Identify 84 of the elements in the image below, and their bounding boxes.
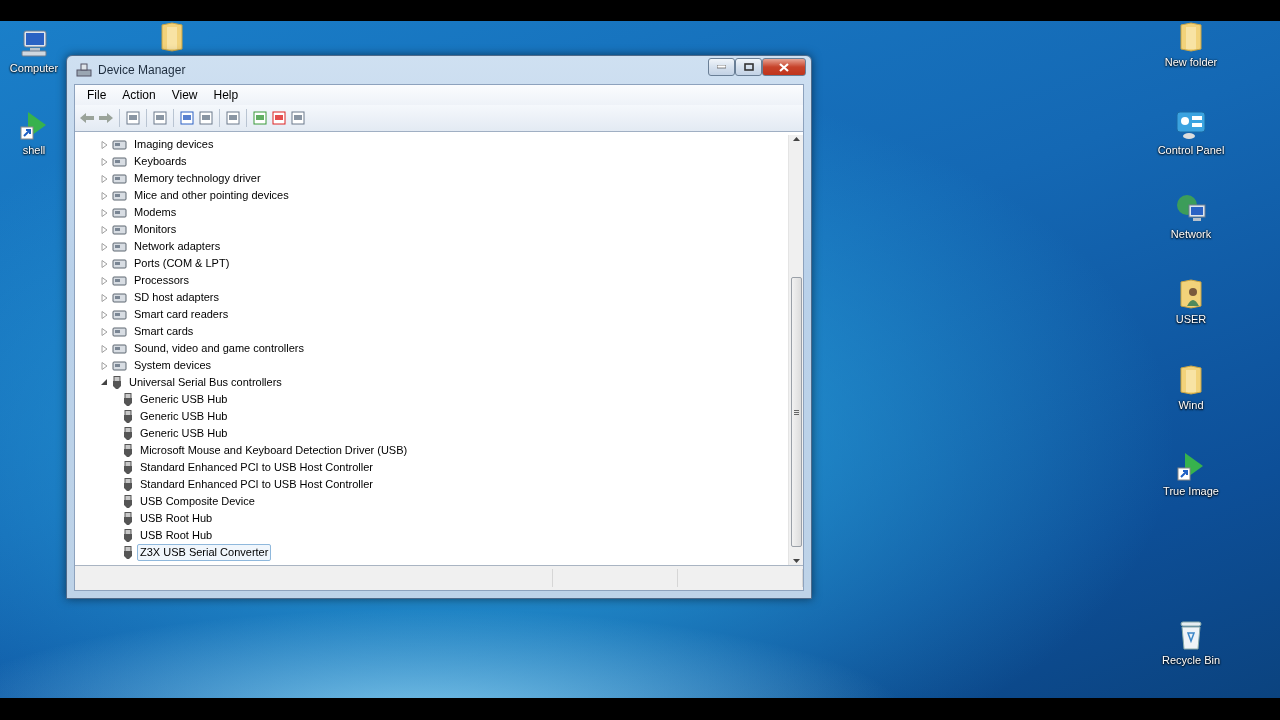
scrollbar[interactable] bbox=[788, 135, 803, 565]
desktop-icon-label[interactable]: Network bbox=[1170, 227, 1212, 241]
device-icon bbox=[112, 324, 127, 339]
menu-item[interactable]: File bbox=[79, 88, 115, 102]
folder-icon bbox=[1177, 364, 1205, 396]
tree-item[interactable]: Universal Serial Bus controllers bbox=[126, 374, 285, 391]
tree-item[interactable]: System devices bbox=[131, 357, 215, 374]
tree-item[interactable]: Standard Enhanced PCI to USB Host Controller bbox=[137, 459, 376, 476]
device-icon bbox=[112, 307, 127, 322]
tree-item[interactable]: Modems bbox=[131, 204, 180, 221]
device-icon bbox=[112, 273, 127, 288]
device-icon bbox=[112, 239, 127, 254]
usb-plug-icon bbox=[123, 528, 133, 543]
usb-plug-icon bbox=[123, 511, 133, 526]
desktop-icon-label[interactable]: Recycle Bin bbox=[1161, 653, 1221, 667]
desktop-icon-label[interactable]: True Image bbox=[1163, 484, 1219, 498]
tree-item[interactable]: USB Composite Device bbox=[137, 493, 258, 510]
desktop-icon-label[interactable]: USER bbox=[1175, 312, 1207, 326]
device-icon bbox=[112, 290, 127, 305]
desktop-icon-label[interactable]: Wind bbox=[1178, 398, 1204, 412]
tree-item[interactable]: Mice and other pointing devices bbox=[131, 187, 292, 204]
close-button[interactable] bbox=[762, 58, 806, 76]
grip-icon bbox=[793, 409, 799, 415]
folder-icon bbox=[158, 21, 186, 53]
tree-item[interactable]: Monitors bbox=[131, 221, 180, 238]
tree-item[interactable]: Sound, video and game controllers bbox=[131, 340, 307, 357]
tree-item[interactable]: USB Root Hub bbox=[137, 527, 216, 544]
device-icon bbox=[112, 137, 127, 152]
device-icon bbox=[112, 188, 127, 203]
device-icon bbox=[112, 256, 127, 271]
desktop-icon-label[interactable]: Control Panel bbox=[1157, 143, 1225, 157]
back-arrow-icon[interactable] bbox=[79, 110, 95, 126]
tree-item[interactable]: Generic USB Hub bbox=[137, 391, 231, 408]
minimize-icon bbox=[717, 65, 726, 69]
tree-item[interactable]: Smart card readers bbox=[131, 306, 232, 323]
maximize-button[interactable] bbox=[735, 58, 762, 76]
device-icon bbox=[112, 171, 127, 186]
control-panel-icon bbox=[1175, 109, 1207, 141]
menu-item[interactable]: View bbox=[163, 88, 206, 102]
device-icon bbox=[112, 205, 127, 220]
usb-plug-icon bbox=[123, 392, 133, 407]
device-manager-icon bbox=[76, 63, 92, 77]
computer-icon bbox=[18, 27, 50, 59]
desktop-icon-label[interactable]: shell bbox=[22, 143, 46, 157]
tree-item[interactable]: Processors bbox=[131, 272, 193, 289]
device-icon bbox=[112, 358, 127, 373]
menu-item[interactable]: Help bbox=[205, 88, 247, 102]
usb-plug-icon bbox=[123, 443, 133, 458]
usb-plug-icon bbox=[123, 545, 133, 560]
minimize-button[interactable] bbox=[708, 58, 735, 76]
forward-arrow-icon[interactable] bbox=[98, 110, 114, 126]
folder-icon bbox=[1177, 21, 1205, 53]
window-title: Device Manager bbox=[98, 63, 187, 77]
maximize-icon bbox=[743, 63, 754, 71]
tree-item[interactable]: Network adapters bbox=[131, 238, 224, 255]
tree-item[interactable]: Memory technology driver bbox=[131, 170, 264, 187]
scroll-down-arrow-icon[interactable] bbox=[792, 559, 800, 563]
usb-plug-icon bbox=[123, 426, 133, 441]
tree-item[interactable]: Smart cards bbox=[131, 323, 197, 340]
tree-item[interactable]: USB Root Hub bbox=[137, 510, 216, 527]
tree-item[interactable]: Keyboards bbox=[131, 153, 190, 170]
desktop-icon-label[interactable]: New folder bbox=[1164, 55, 1218, 69]
usb-plug-icon bbox=[123, 460, 133, 475]
usb-plug-icon bbox=[123, 477, 133, 492]
device-icon bbox=[112, 341, 127, 356]
usb-plug-icon bbox=[112, 375, 122, 390]
device-icon bbox=[112, 222, 127, 237]
tree-item[interactable]: SD host adapters bbox=[131, 289, 222, 306]
tree-item[interactable]: Imaging devices bbox=[131, 136, 217, 153]
usb-plug-icon bbox=[123, 409, 133, 424]
close-icon bbox=[779, 62, 789, 72]
user-folder-icon bbox=[1177, 278, 1205, 310]
tree-item[interactable]: Microsoft Mouse and Keyboard Detection Driver (USB) bbox=[137, 442, 411, 459]
desktop-icon-label[interactable]: Computer bbox=[9, 61, 59, 75]
recycle-bin-icon bbox=[1178, 619, 1204, 651]
usb-plug-icon bbox=[123, 494, 133, 509]
tree-item[interactable]: Ports (COM & LPT) bbox=[131, 255, 233, 272]
device-icon bbox=[112, 154, 127, 169]
scroll-up-arrow-icon[interactable] bbox=[792, 137, 800, 141]
tree-item[interactable]: Generic USB Hub bbox=[137, 425, 231, 442]
tree-item[interactable]: Standard Enhanced PCI to USB Host Controller bbox=[137, 476, 376, 493]
menu-item[interactable]: Action bbox=[114, 88, 164, 102]
tree-item[interactable]: Z3X USB Serial Converter bbox=[137, 544, 272, 561]
tree-item[interactable]: Generic USB Hub bbox=[137, 408, 231, 425]
